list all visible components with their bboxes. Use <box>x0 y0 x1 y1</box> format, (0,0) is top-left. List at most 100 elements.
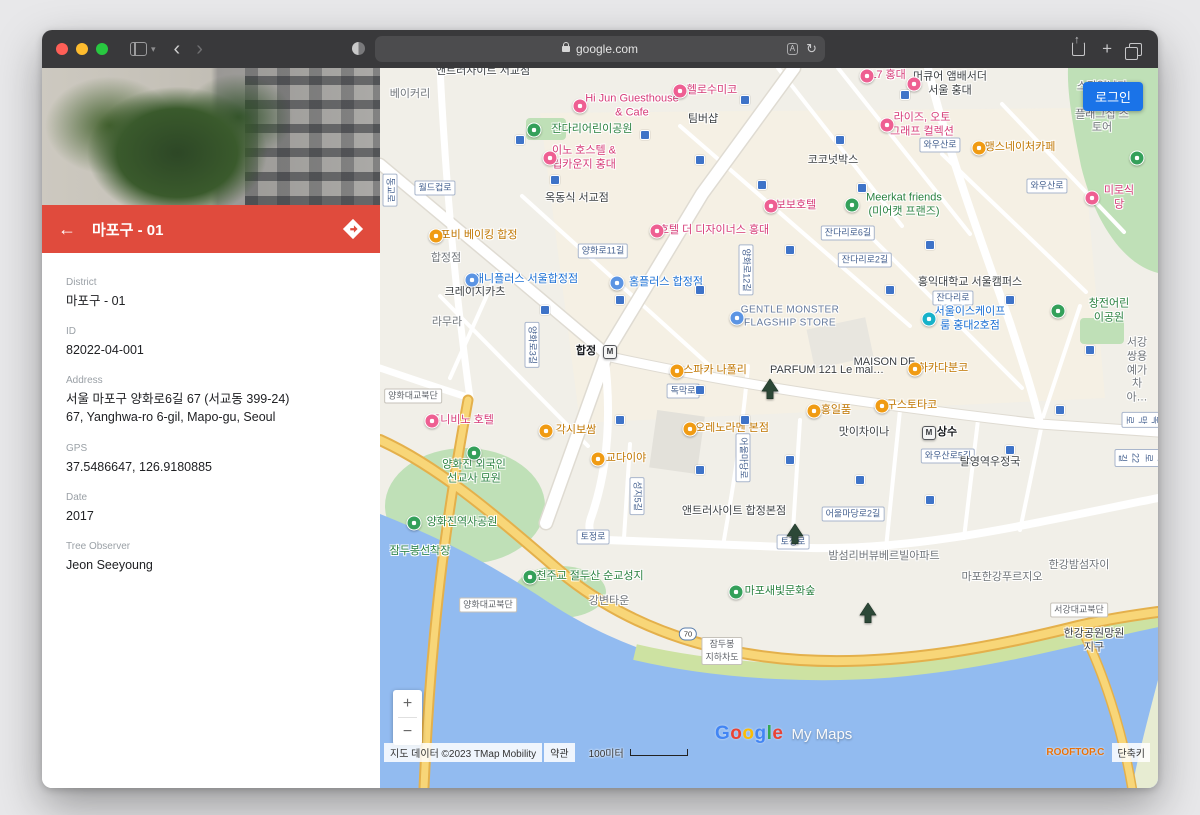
transit-stop-icon[interactable] <box>757 180 767 190</box>
transit-stop-icon[interactable] <box>900 90 910 100</box>
pink-poi-icon[interactable] <box>1085 191 1100 206</box>
pink-poi-icon[interactable] <box>573 99 588 114</box>
transit-stop-icon[interactable] <box>540 305 550 315</box>
transit-stop-icon[interactable] <box>885 285 895 295</box>
transit-stop-icon[interactable] <box>740 415 750 425</box>
field-label: Tree Observer <box>66 541 356 552</box>
detail-fields: District마포구 - 01ID82022-04-001Address서울 … <box>42 253 380 590</box>
orange-poi-icon[interactable] <box>908 362 923 377</box>
tree-marker-icon[interactable] <box>761 379 779 405</box>
close-button[interactable] <box>56 43 68 55</box>
teal-poi-icon[interactable] <box>922 312 937 327</box>
pink-poi-icon[interactable] <box>880 118 895 133</box>
field-district: District 마포구 - 01 <box>66 277 356 310</box>
green-poi-icon[interactable] <box>845 198 860 213</box>
field-value: 마포구 - 01 <box>66 292 356 310</box>
field-value: 2017 <box>66 507 356 525</box>
chevron-down-icon[interactable]: ▾ <box>151 44 156 55</box>
sidebar-toggle-icon[interactable] <box>130 42 147 56</box>
orange-poi-icon[interactable] <box>807 404 822 419</box>
keyboard-shortcuts-link[interactable]: 단축키 <box>1112 743 1150 762</box>
transit-stop-icon[interactable] <box>857 183 867 193</box>
reload-icon[interactable]: ↻ <box>806 41 817 57</box>
transit-stop-icon[interactable] <box>855 475 865 485</box>
green-poi-icon[interactable] <box>527 123 542 138</box>
field-value: 82022-04-001 <box>66 341 356 359</box>
scale-bar <box>630 749 688 756</box>
page-content: ← 마포구 - 01 District 마포구 - 01 ID82022-04-00… <box>42 68 1158 788</box>
green-poi-icon[interactable] <box>407 516 422 531</box>
browser-window: ▾ ‹ › google.com A ↻ + ← 마포구 - 01 <box>42 30 1158 788</box>
shop-poi-icon[interactable] <box>610 276 625 291</box>
privacy-shield-icon[interactable] <box>352 42 365 55</box>
orange-poi-icon[interactable] <box>591 452 606 467</box>
zoom-in-button[interactable]: + <box>393 690 422 717</box>
shop-poi-icon[interactable] <box>465 273 480 288</box>
back-button[interactable]: ‹ <box>174 39 181 59</box>
transit-stop-icon[interactable] <box>1055 405 1065 415</box>
transit-stop-icon[interactable] <box>925 240 935 250</box>
field-label: District <box>66 277 356 288</box>
minimize-button[interactable] <box>76 43 88 55</box>
transit-stop-icon[interactable] <box>785 245 795 255</box>
transit-stop-icon[interactable] <box>515 135 525 145</box>
subway-station-icon[interactable]: M <box>603 345 617 359</box>
rooftop-poi-label[interactable]: ROOFTOP.C <box>1046 747 1104 758</box>
green-poi-icon[interactable] <box>467 446 482 461</box>
pink-poi-icon[interactable] <box>673 84 688 99</box>
translate-icon[interactable]: A <box>787 43 798 55</box>
zoom-button[interactable] <box>96 43 108 55</box>
transit-stop-icon[interactable] <box>1085 345 1095 355</box>
green-poi-icon[interactable] <box>523 570 538 585</box>
transit-stop-icon[interactable] <box>785 455 795 465</box>
pink-poi-icon[interactable] <box>650 224 665 239</box>
pink-poi-icon[interactable] <box>764 199 779 214</box>
forward-button[interactable]: › <box>196 39 203 59</box>
route-shield[interactable]: 70 <box>679 628 697 641</box>
orange-poi-icon[interactable] <box>539 424 554 439</box>
transit-stop-icon[interactable] <box>550 175 560 185</box>
pink-poi-icon[interactable] <box>425 414 440 429</box>
transit-stop-icon[interactable] <box>615 415 625 425</box>
transit-stop-icon[interactable] <box>615 295 625 305</box>
panel-title: 마포구 - 01 <box>92 219 163 240</box>
orange-poi-icon[interactable] <box>683 422 698 437</box>
terms-link[interactable]: 약관 <box>544 743 574 762</box>
transit-stop-icon[interactable] <box>695 285 705 295</box>
new-tab-button[interactable]: + <box>1102 39 1112 59</box>
zoom-out-button[interactable]: − <box>393 718 422 745</box>
transit-stop-icon[interactable] <box>925 495 935 505</box>
directions-icon[interactable] <box>342 218 364 240</box>
transit-stop-icon[interactable] <box>695 465 705 475</box>
transit-stop-icon[interactable] <box>695 155 705 165</box>
url-bar[interactable]: google.com A ↻ <box>375 36 825 62</box>
transit-stop-icon[interactable] <box>640 130 650 140</box>
transit-stop-icon[interactable] <box>695 385 705 395</box>
green-poi-icon[interactable] <box>729 585 744 600</box>
browser-chrome: ▾ ‹ › google.com A ↻ + <box>42 30 1158 68</box>
panel-back-button[interactable]: ← <box>58 219 76 240</box>
tree-marker-icon[interactable] <box>859 603 877 629</box>
zoom-control: + − <box>393 690 422 745</box>
subway-station-icon[interactable]: M <box>922 426 936 440</box>
map-canvas[interactable]: 베이커리앤트러사이트 서교점Hi Jun Guesthouse & Cafe헬로… <box>380 68 1158 788</box>
green-poi-icon[interactable] <box>1051 304 1066 319</box>
orange-poi-icon[interactable] <box>429 229 444 244</box>
pink-poi-icon[interactable] <box>860 69 875 84</box>
pink-poi-icon[interactable] <box>543 151 558 166</box>
transit-stop-icon[interactable] <box>1005 295 1015 305</box>
field-id: ID82022-04-001 <box>66 326 356 359</box>
orange-poi-icon[interactable] <box>972 141 987 156</box>
field-gps: GPS37.5486647, 126.9180885 <box>66 443 356 476</box>
orange-poi-icon[interactable] <box>670 364 685 379</box>
green-poi-icon[interactable] <box>1130 151 1145 166</box>
shop-poi-icon[interactable] <box>730 311 745 326</box>
tab-overview-icon[interactable] <box>1129 43 1142 56</box>
orange-poi-icon[interactable] <box>875 399 890 414</box>
transit-stop-icon[interactable] <box>835 135 845 145</box>
transit-stop-icon[interactable] <box>740 95 750 105</box>
share-icon[interactable] <box>1072 42 1085 56</box>
transit-stop-icon[interactable] <box>1005 445 1015 455</box>
tree-marker-icon[interactable] <box>786 524 804 550</box>
login-button[interactable]: 로그인 <box>1083 82 1143 111</box>
